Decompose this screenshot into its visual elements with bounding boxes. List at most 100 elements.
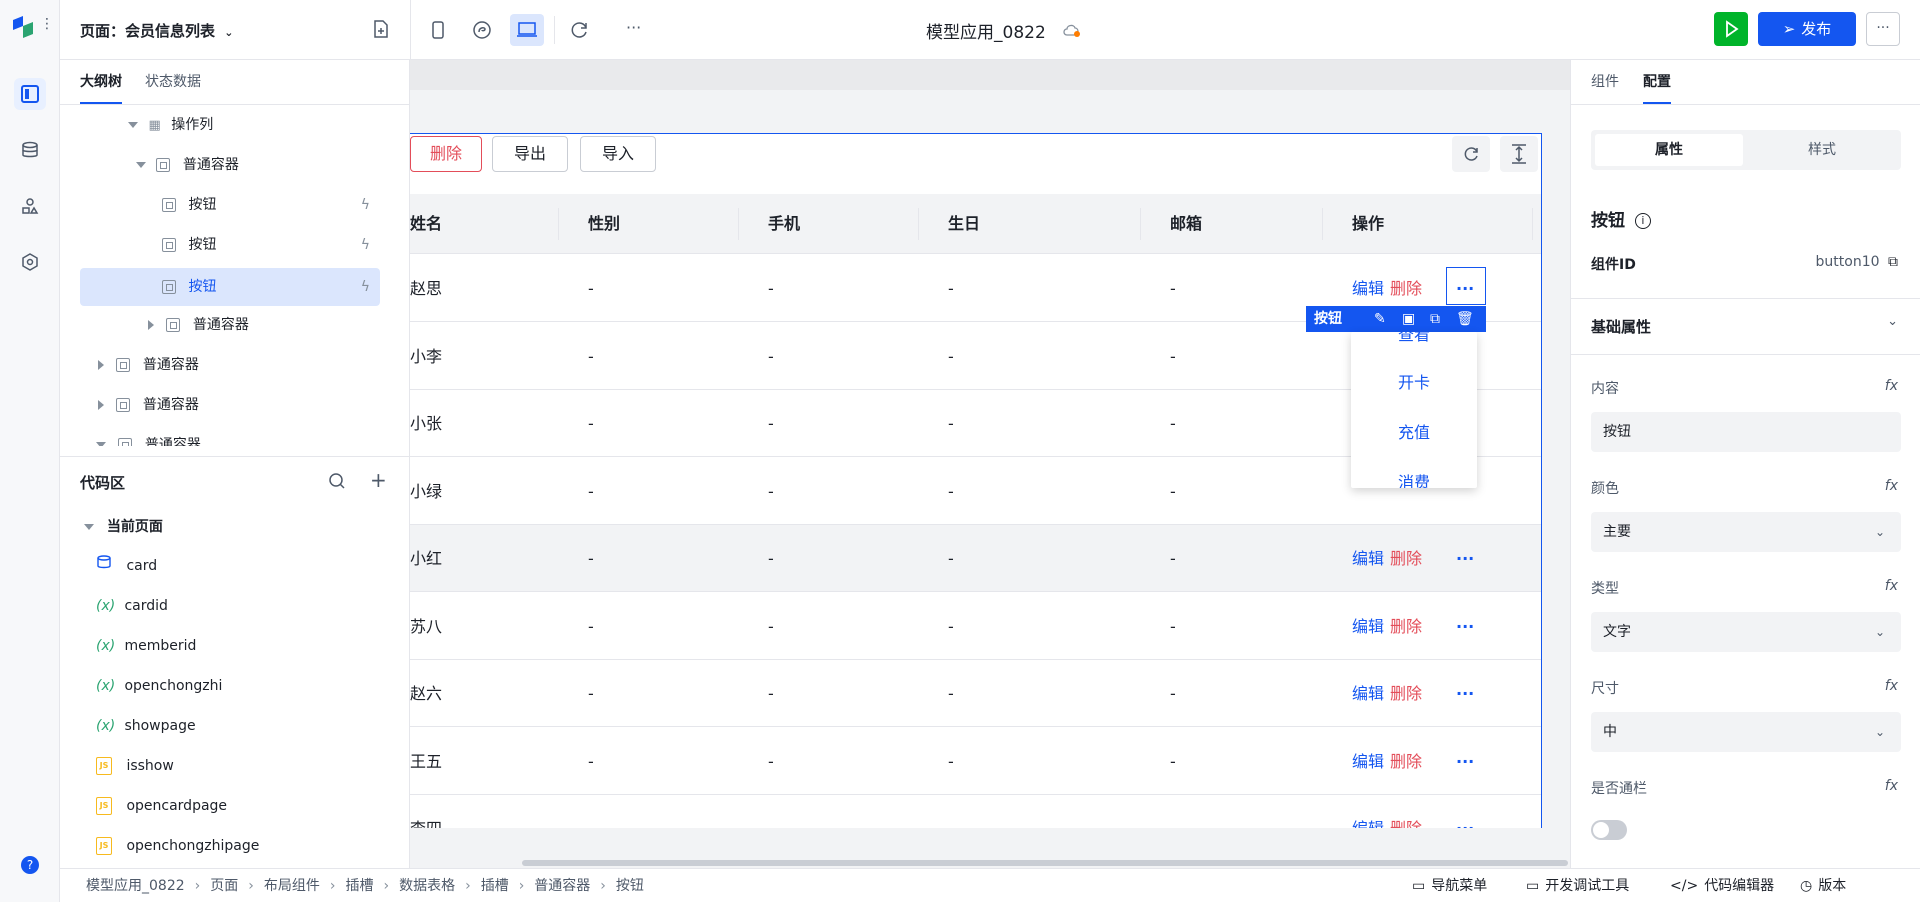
database-icon[interactable] (14, 134, 46, 166)
table-row[interactable]: 赵六 - - - - 编辑 删除 ··· (410, 660, 1541, 727)
horizontal-scrollbar[interactable] (522, 860, 1568, 866)
column-header-name[interactable]: 姓名 (410, 194, 442, 254)
code-item-card[interactable]: card (96, 546, 157, 586)
menu-item-view[interactable]: 查看 (1351, 332, 1477, 350)
search-icon[interactable] (328, 472, 346, 494)
breadcrumb-item[interactable]: 插槽 (345, 869, 373, 903)
more-actions-button[interactable]: ··· (1866, 12, 1900, 46)
code-item-isshow[interactable]: JS isshow (96, 746, 174, 786)
edit-link[interactable]: 编辑 (1352, 525, 1384, 592)
tab-outline-tree[interactable]: 大纲树 (80, 60, 122, 104)
delete-button[interactable]: 删除 (410, 136, 482, 172)
breadcrumb-item[interactable]: 按钮 (616, 869, 644, 903)
table-row[interactable]: 小红 - - - - 编辑 删除 ··· (410, 525, 1541, 592)
column-header-actions[interactable]: 操作 (1352, 194, 1384, 254)
tab-state-data[interactable]: 状态数据 (145, 60, 201, 104)
fx-icon[interactable]: fx (1885, 778, 1898, 794)
add-page-icon[interactable] (372, 20, 390, 42)
menu-item-open-card[interactable]: 开卡 (1351, 368, 1477, 398)
nav-menu-button[interactable]: ▭ 导航菜单 (1412, 869, 1487, 903)
basic-props-section-title[interactable]: 基础属性 (1591, 316, 1651, 337)
code-item-showpage[interactable]: (x) showpage (96, 706, 196, 746)
data-table-container[interactable]: 删除 导出 导入 姓名 性别 手机 生日 邮箱 操作 赵思 - - - - 编辑 删除 ···… (410, 133, 1542, 868)
more-actions-icon[interactable]: ··· (1456, 525, 1474, 592)
current-page-group[interactable]: 当前页面 (84, 516, 163, 536)
version-button[interactable]: ◷ 版本 (1800, 869, 1846, 903)
fx-icon[interactable]: fx (1885, 578, 1898, 594)
tree-item-container[interactable]: 普通容器 (80, 346, 380, 384)
table-row[interactable]: 苏八 - - - - 编辑 删除 ··· (410, 592, 1541, 660)
refresh-icon[interactable] (570, 20, 590, 44)
more-icon[interactable]: ··· (626, 18, 641, 37)
breadcrumb-item[interactable]: 普通容器 (534, 869, 590, 903)
dev-tools-button[interactable]: ▭ 开发调试工具 (1526, 869, 1629, 903)
chevron-down-icon[interactable]: ⌄ (1887, 314, 1898, 329)
tree-item-button[interactable]: 按钮 ϟ (80, 186, 380, 224)
tree-item-action-column[interactable]: ▦ 操作列 (80, 106, 380, 144)
desktop-view-icon[interactable] (510, 14, 544, 46)
breadcrumb-item[interactable]: 插槽 (481, 869, 509, 903)
row-height-icon[interactable] (1500, 136, 1538, 172)
save-icon[interactable]: ▣ (1402, 306, 1415, 332)
segment-styles[interactable]: 样式 (1747, 134, 1897, 166)
code-editor-button[interactable]: </> 代码编辑器 (1670, 869, 1774, 903)
add-icon[interactable]: + (370, 468, 387, 492)
event-bolt-icon[interactable]: ϟ (361, 226, 370, 264)
copy-icon[interactable]: ⧉ (1430, 306, 1440, 332)
code-item-openchongzhipage[interactable]: JS openchongzhipage (96, 826, 259, 866)
full-width-toggle[interactable] (1591, 820, 1627, 840)
info-icon[interactable]: i (1634, 213, 1651, 229)
type-select[interactable]: 文字 ⌄ (1591, 612, 1901, 652)
run-button[interactable] (1714, 12, 1748, 46)
fx-icon[interactable]: fx (1885, 478, 1898, 494)
import-button[interactable]: 导入 (580, 136, 656, 172)
edit-pencil-icon[interactable]: ✎ (1374, 306, 1386, 332)
delete-link[interactable]: 删除 (1390, 593, 1422, 660)
tree-item-container[interactable]: 普通容器 (80, 306, 380, 344)
breadcrumb-item[interactable]: 页面 (210, 869, 238, 903)
column-header-phone[interactable]: 手机 (768, 194, 800, 254)
event-bolt-icon[interactable]: ϟ (361, 186, 370, 224)
more-actions-icon[interactable]: ··· (1456, 660, 1474, 727)
fx-icon[interactable]: fx (1885, 678, 1898, 694)
breadcrumb-item[interactable]: 模型应用_0822 (86, 869, 185, 903)
size-select[interactable]: 中 ⌄ (1591, 712, 1901, 752)
outline-icon[interactable] (14, 78, 46, 110)
tree-item-container[interactable]: 普通容器 (80, 386, 380, 424)
event-bolt-icon[interactable]: ϟ (361, 268, 370, 306)
app-menu-icon[interactable]: ⋮ (40, 16, 54, 32)
components-icon[interactable] (14, 190, 46, 222)
table-row[interactable]: 王五 - - - - 编辑 删除 ··· (410, 727, 1541, 795)
miniprogram-view-icon[interactable] (472, 20, 492, 44)
segment-properties[interactable]: 属性 (1595, 134, 1743, 166)
more-actions-icon[interactable]: ··· (1456, 728, 1474, 795)
tab-components[interactable]: 组件 (1591, 60, 1619, 104)
menu-item-consume[interactable]: 消费 (1351, 468, 1477, 488)
column-header-birthday[interactable]: 生日 (948, 194, 980, 254)
trash-icon[interactable]: 🗑 (1456, 306, 1474, 332)
delete-link[interactable]: 删除 (1390, 728, 1422, 795)
page-selector[interactable]: 页面：会员信息列表 ⌄ (80, 20, 233, 41)
tree-item-container[interactable]: 普通容器 (80, 426, 380, 446)
publish-button[interactable]: ➢ 发布 (1758, 12, 1856, 46)
export-button[interactable]: 导出 (492, 136, 568, 172)
code-item-cardid[interactable]: (x) cardid (96, 586, 168, 626)
table-refresh-icon[interactable] (1452, 136, 1490, 172)
help-icon[interactable]: ? (21, 856, 39, 874)
delete-link[interactable]: 删除 (1390, 660, 1422, 727)
tree-item-button[interactable]: 按钮 ϟ (80, 226, 380, 264)
edit-link[interactable]: 编辑 (1352, 593, 1384, 660)
column-header-email[interactable]: 邮箱 (1170, 194, 1202, 254)
delete-link[interactable]: 删除 (1390, 525, 1422, 592)
column-header-gender[interactable]: 性别 (588, 194, 620, 254)
selected-button-outline[interactable] (1446, 267, 1486, 305)
more-actions-icon[interactable]: ··· (1456, 593, 1474, 660)
tree-item-button-selected[interactable]: 按钮 ϟ (80, 268, 380, 306)
edit-link[interactable]: 编辑 (1352, 728, 1384, 795)
fx-icon[interactable]: fx (1885, 378, 1898, 394)
tab-config[interactable]: 配置 (1643, 60, 1671, 104)
color-select[interactable]: 主要 ⌄ (1591, 512, 1901, 552)
code-item-openchongzhi[interactable]: (x) openchongzhi (96, 666, 222, 706)
breadcrumb-item[interactable]: 布局组件 (264, 869, 320, 903)
tree-item-container[interactable]: 普通容器 (80, 146, 380, 184)
